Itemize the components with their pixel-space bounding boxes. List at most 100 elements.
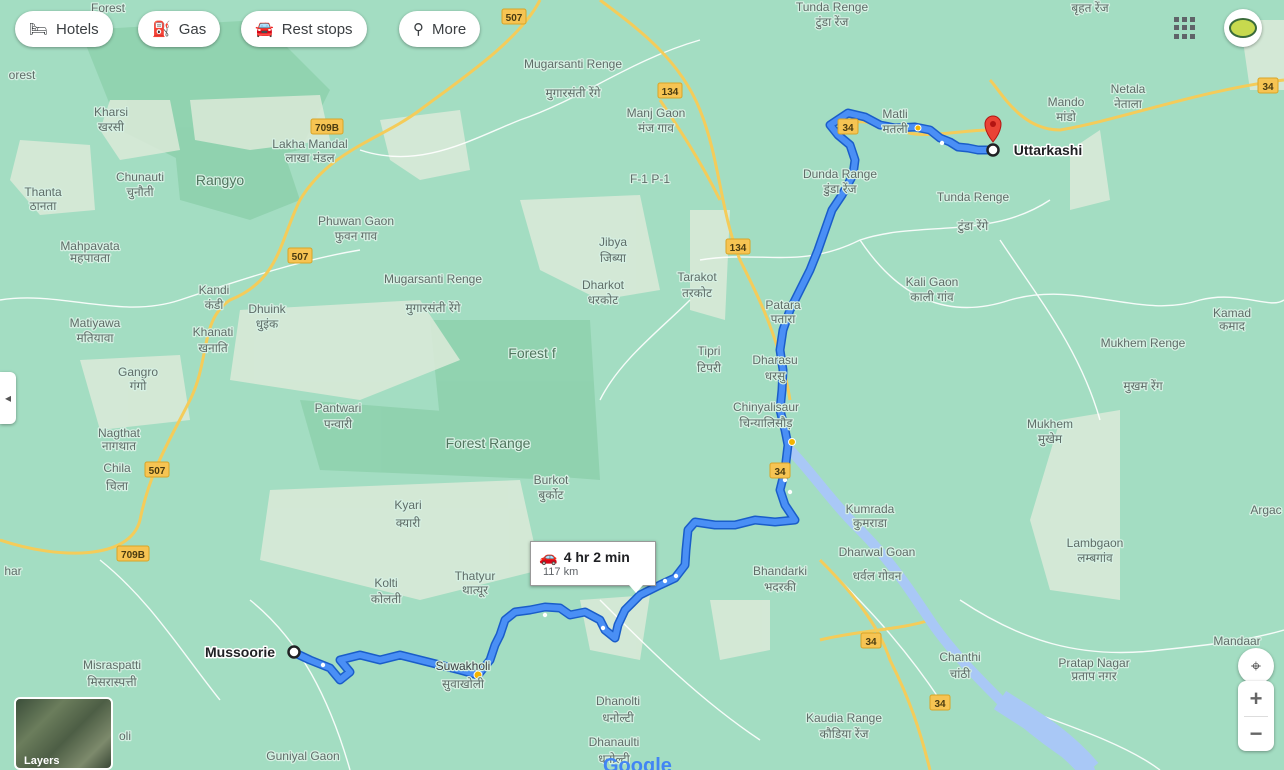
place-label: Tarakot [677, 270, 717, 284]
place-label: Mugarsanti Renge [384, 272, 482, 286]
my-location-button[interactable]: ⌖ [1238, 648, 1274, 684]
place-label: Dharwal Goan [839, 545, 916, 559]
place-label: Khanati [193, 325, 234, 339]
route-distance: 117 km [543, 566, 579, 578]
place-label: Thatyur [455, 569, 496, 583]
place-label: Lambgaon [1067, 536, 1124, 550]
place-label: गंगो [130, 379, 148, 393]
place-label: धुइंक [256, 317, 279, 332]
place-label: मतियावा [77, 331, 115, 345]
place-label: Suwakholi [436, 659, 491, 673]
zoom-in-button[interactable]: + [1250, 682, 1263, 716]
place-label: Pratap Nagar [1058, 656, 1129, 670]
place-label: orest [9, 68, 36, 82]
svg-text:134: 134 [730, 243, 747, 254]
svg-text:34: 34 [1262, 82, 1274, 93]
place-label: Kumrada [846, 502, 895, 516]
place-label: Dhuink [248, 302, 286, 316]
svg-text:34: 34 [934, 699, 946, 710]
place-label: Kamad [1213, 306, 1251, 320]
collapse-panel-button[interactable]: ◂ [0, 372, 16, 424]
place-label: Burkot [534, 473, 569, 487]
place-label: बृहत रेंज [1071, 1, 1109, 16]
place-label: सुवाखोली [442, 677, 485, 692]
gas-chip[interactable]: ⛽ Gas [138, 11, 221, 47]
place-label: मतली [882, 122, 908, 136]
place-label: Lakha Mandal [272, 137, 347, 151]
place-label: Mukhem [1027, 417, 1073, 431]
hotels-chip[interactable]: 🛏 Hotels [15, 11, 113, 47]
place-label: Kharsi [94, 105, 128, 119]
place-label: टुंडा रेंगे [957, 219, 988, 234]
place-label: नागथात [102, 439, 137, 453]
place-label: मुखम रेंग [1123, 379, 1162, 394]
place-label: मांडो [1056, 110, 1077, 124]
place-label: टिपरी [697, 361, 722, 375]
place-label: Kandi [199, 283, 230, 297]
chip-label: Hotels [56, 20, 99, 38]
place-label: प्रताप नगर [1071, 669, 1117, 683]
place-label: Kyari [394, 498, 421, 512]
place-label: Dhanaulti [589, 735, 640, 749]
chip-label: Gas [178, 20, 207, 38]
place-label: काली गांव [910, 290, 954, 304]
place-label: लाखा मंडल [285, 151, 335, 165]
place-label: Netala [1111, 82, 1146, 96]
place-label: चांठी [950, 667, 972, 681]
bed-icon: 🛏 [29, 21, 49, 38]
svg-text:709B: 709B [315, 123, 339, 134]
place-label: चिला [106, 479, 129, 493]
place-label: Tunda Renge [937, 190, 1010, 204]
place-label: कंडी [205, 298, 225, 312]
chevron-left-icon: ◂ [4, 391, 12, 405]
svg-text:134: 134 [662, 87, 679, 98]
place-label: Mando [1048, 95, 1085, 109]
place-label: Mukhem Renge [1101, 336, 1186, 350]
place-label: पन्वारी [324, 417, 353, 431]
place-label: कौडिया रेंज [819, 727, 869, 741]
more-chip[interactable]: ⚲ More [399, 11, 481, 47]
place-label: Forest Range [446, 435, 531, 451]
svg-text:709B: 709B [121, 550, 145, 561]
place-label: Dhanolti [596, 694, 640, 708]
place-label: Mugarsanti Renge [524, 57, 622, 71]
place-label: धर्वल गोवन [853, 569, 902, 583]
place-label: Guniyal Gaon [266, 749, 339, 763]
place-label: Argac [1250, 503, 1281, 517]
apps-grid-icon[interactable] [1174, 17, 1196, 39]
place-label: खनाति [198, 341, 229, 355]
chip-label: Rest stops [281, 20, 353, 38]
place-label: धनोल्टी [602, 711, 634, 725]
place-label: Tipri [698, 344, 721, 358]
layers-label: Layers [24, 755, 60, 767]
place-label: Chinyalisaur [733, 400, 799, 414]
fuel-icon: ⛽ [152, 21, 171, 38]
map-canvas[interactable]: 507 134 709B 507 507 709B 134 34 34 34 3… [0, 0, 1284, 770]
svg-text:507: 507 [149, 466, 166, 477]
place-label: Dharasu [752, 353, 797, 367]
place-label: लम्बगांव [1077, 551, 1113, 565]
rest-stops-chip[interactable]: 🚘 Rest stops [241, 11, 367, 47]
place-label: जिब्या [600, 251, 627, 265]
place-label: कमाद [1219, 319, 1246, 333]
place-label: Pantwari [315, 401, 362, 415]
place-label: धरसु [765, 369, 786, 384]
place-label: Kali Gaon [906, 275, 959, 289]
account-avatar[interactable] [1224, 9, 1262, 47]
place-label: कोलती [371, 592, 402, 606]
place-label: चिन्यालिसौड़ [739, 416, 793, 430]
zoom-out-button[interactable]: − [1250, 717, 1263, 751]
place-label: ठानता [30, 199, 58, 213]
place-label: थात्यूर [462, 583, 489, 598]
place-label: बुर्कोट [538, 488, 564, 503]
chip-label: More [432, 20, 467, 38]
search-icon: ⚲ [413, 21, 424, 38]
place-label: Tunda Renge [796, 0, 869, 14]
place-label: F-1 P-1 [630, 172, 670, 186]
place-label: Chanthi [939, 650, 980, 664]
place-label: Matiyawa [70, 316, 121, 330]
crosshair-icon: ⌖ [1250, 655, 1262, 676]
route-info-bubble[interactable]: 🚗 4 hr 2 min 117 km [530, 541, 656, 593]
svg-text:507: 507 [506, 13, 523, 24]
layers-button[interactable]: Layers [14, 697, 113, 770]
